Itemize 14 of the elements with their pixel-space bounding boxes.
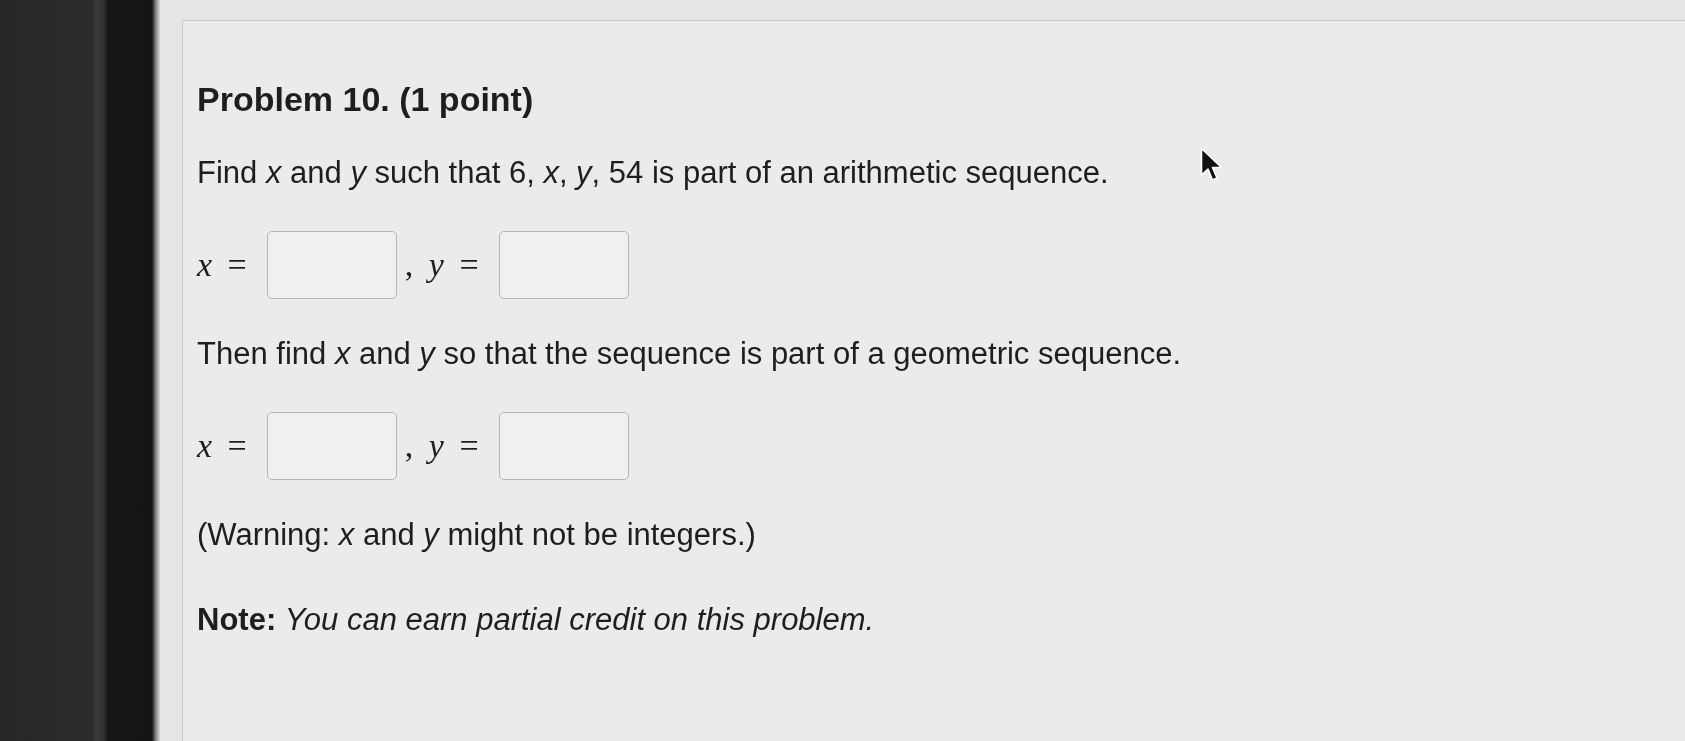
problem-text: Find x and y such that 6, x, y, 54 is part of an arithmetic sequence.: [197, 154, 1109, 191]
variable-label: , y =: [404, 246, 479, 284]
problem-text: (Warning: x and y might not be integers.): [197, 516, 756, 553]
answer-field[interactable]: [266, 412, 397, 480]
problem-text: Then find x and y so that the sequence is part of a geometric sequence.: [197, 335, 1181, 372]
variable-label: , y =: [404, 427, 479, 465]
variable-label: x =: [197, 427, 247, 465]
note-text: Note: You can earn partial credit on this problem.: [197, 601, 875, 638]
variable-label: x =: [197, 246, 247, 284]
answer-field[interactable]: [498, 412, 629, 480]
mouse-pointer-icon: [1200, 147, 1224, 183]
problem-title: Problem 10. (1 point): [197, 79, 534, 119]
answer-field[interactable]: [498, 231, 629, 299]
answer-field[interactable]: [266, 231, 397, 299]
